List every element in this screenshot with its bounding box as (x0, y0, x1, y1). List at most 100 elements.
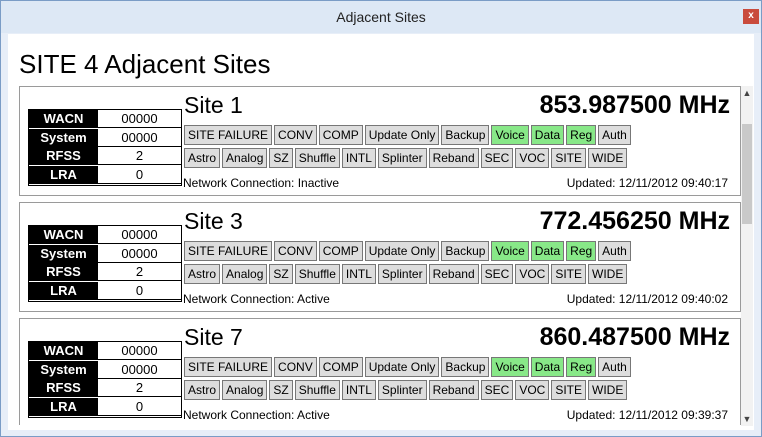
status-flag-intl: INTL (341, 380, 376, 400)
status-flag-voc: VOC (515, 148, 550, 168)
vertical-scrollbar[interactable]: ▲ ▼ (741, 86, 753, 426)
site-name: Site 7 (184, 324, 243, 350)
status-flag-wide: WIDE (588, 264, 628, 284)
flag-row: SITE FAILURE CONV COMP Update Only Backup Voi… (184, 241, 631, 261)
status-flag-reband: Reband (428, 380, 479, 400)
info-value-rfss: 2 (98, 263, 181, 281)
adjacent-sites-window: Adjacent Sites x SITE 4 Adjacent Sites W… (0, 0, 762, 437)
info-value-rfss: 2 (98, 379, 181, 397)
info-value-system: 00000 (98, 129, 181, 147)
status-flag-sz: SZ (269, 380, 293, 400)
info-row-system: System 00000 (29, 244, 181, 263)
status-flag-voice: Voice (491, 241, 529, 261)
close-icon[interactable]: x (743, 9, 759, 24)
network-connection-status: Network Connection: Inactive (183, 176, 340, 190)
status-flag-conv: CONV (274, 125, 317, 145)
flag-row: Astro Analog SZ Shuffle INTL Splinter Reband SE… (184, 380, 628, 400)
info-label-system: System (29, 244, 98, 263)
status-flag-analog: Analog (222, 148, 268, 168)
status-flag-reband: Reband (428, 264, 479, 284)
info-label-lra: LRA (29, 281, 98, 300)
info-label-rfss: RFSS (29, 263, 98, 281)
status-flag-wide: WIDE (588, 148, 628, 168)
info-value-wacn: 00000 (98, 110, 181, 128)
status-flag-sz: SZ (269, 148, 293, 168)
status-flag-sz: SZ (269, 264, 293, 284)
status-flag-backup: Backup (441, 241, 490, 261)
flag-row: Astro Analog SZ Shuffle INTL Splinter Reband SE… (184, 264, 628, 284)
status-flag-site: SITE (551, 148, 587, 168)
info-row-lra: LRA 0 (29, 397, 181, 416)
status-flag-analog: Analog (222, 380, 268, 400)
status-flag-reg: Reg (566, 125, 597, 145)
status-flag-voice: Voice (491, 357, 529, 377)
site-card: WACN 00000 System 00000 RFSS 2 LRA 0 Site 1 853.9… (19, 86, 741, 196)
status-flag-reband: Reband (428, 148, 479, 168)
status-flag-astro: Astro (184, 380, 221, 400)
chevron-up-icon[interactable]: ▲ (741, 86, 753, 100)
status-flag-shuffle: Shuffle (294, 148, 340, 168)
info-value-system: 00000 (98, 245, 181, 263)
status-flag-backup: Backup (441, 357, 490, 377)
info-row-system: System 00000 (29, 360, 181, 379)
status-flag-site: SITE (551, 264, 587, 284)
info-row-rfss: RFSS 2 (29, 379, 181, 397)
updated-timestamp: Updated: 12/11/2012 09:39:37 (566, 408, 728, 422)
status-flag-data: Data (530, 125, 565, 145)
info-row-wacn: WACN 00000 (29, 226, 181, 244)
title-bar: Adjacent Sites x (1, 1, 761, 33)
status-flag-voc: VOC (515, 264, 550, 284)
status-flag-analog: Analog (222, 264, 268, 284)
network-connection-status: Network Connection: Active (183, 292, 330, 306)
info-value-wacn: 00000 (98, 226, 181, 244)
site-card: WACN 00000 System 00000 RFSS 2 LRA 0 Site 7 860.4… (19, 318, 741, 425)
status-flag-sec: SEC (480, 148, 514, 168)
flag-row: SITE FAILURE CONV COMP Update Only Backup Voi… (184, 125, 631, 145)
status-flag-backup: Backup (441, 125, 490, 145)
site-frequency: 860.487500 MHz (539, 323, 730, 351)
info-label-lra: LRA (29, 397, 98, 416)
status-flag-shuffle: Shuffle (294, 264, 340, 284)
status-flag-voice: Voice (491, 125, 529, 145)
info-value-lra: 0 (98, 166, 181, 184)
info-value-lra: 0 (98, 282, 181, 300)
window-title: Adjacent Sites (336, 9, 426, 25)
info-row-rfss: RFSS 2 (29, 263, 181, 281)
status-flag-site-failure: SITE FAILURE (184, 125, 273, 145)
status-flag-intl: INTL (341, 148, 376, 168)
info-label-system: System (29, 128, 98, 147)
scrollbar-thumb[interactable] (742, 124, 752, 224)
status-flag-site-failure: SITE FAILURE (184, 241, 273, 261)
site-frequency: 853.987500 MHz (539, 91, 730, 119)
status-flag-wide: WIDE (588, 380, 628, 400)
info-label-lra: LRA (29, 165, 98, 184)
info-label-rfss: RFSS (29, 147, 98, 165)
info-row-wacn: WACN 00000 (29, 110, 181, 128)
status-flag-astro: Astro (184, 264, 221, 284)
status-flag-shuffle: Shuffle (294, 380, 340, 400)
info-value-lra: 0 (98, 398, 181, 416)
status-flag-splinter: Splinter (377, 264, 427, 284)
site-card: WACN 00000 System 00000 RFSS 2 LRA 0 Site 3 772.4… (19, 202, 741, 312)
info-value-system: 00000 (98, 361, 181, 379)
info-label-rfss: RFSS (29, 379, 98, 397)
chevron-down-icon[interactable]: ▼ (741, 412, 753, 426)
status-flag-conv: CONV (274, 241, 317, 261)
updated-timestamp: Updated: 12/11/2012 09:40:17 (566, 176, 728, 190)
site-frequency: 772.456250 MHz (539, 207, 730, 235)
status-flag-conv: CONV (274, 357, 317, 377)
status-flag-splinter: Splinter (377, 380, 427, 400)
status-flag-site-failure: SITE FAILURE (184, 357, 273, 377)
status-flag-auth: Auth (598, 241, 631, 261)
info-label-wacn: WACN (29, 226, 98, 244)
status-flag-sec: SEC (480, 380, 514, 400)
status-flag-auth: Auth (598, 125, 631, 145)
status-flag-comp: COMP (318, 241, 363, 261)
status-flag-comp: COMP (318, 357, 363, 377)
info-label-wacn: WACN (29, 342, 98, 360)
status-flag-update-only: Update Only (364, 357, 440, 377)
status-flag-update-only: Update Only (364, 125, 440, 145)
site-name: Site 1 (184, 92, 243, 118)
info-value-wacn: 00000 (98, 342, 181, 360)
info-value-rfss: 2 (98, 147, 181, 165)
